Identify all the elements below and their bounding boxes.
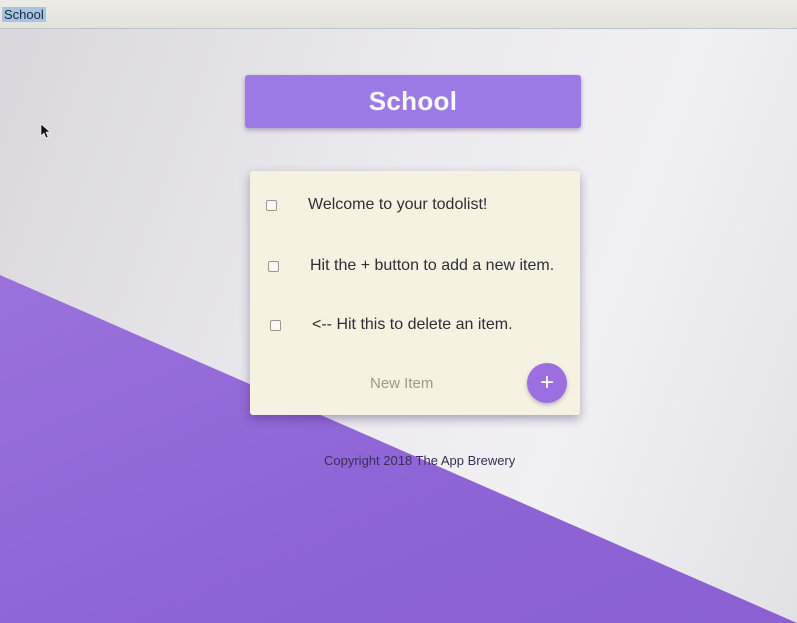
mouse-pointer-icon <box>40 123 51 139</box>
item-label: <-- Hit this to delete an item. <box>312 316 513 333</box>
list-item: Hit the + button to add a new item. <box>250 246 580 286</box>
new-item-input[interactable]: New Item <box>370 375 433 392</box>
item-label: Welcome to your todolist! <box>308 196 488 213</box>
list-item: Welcome to your todolist! <box>250 185 580 225</box>
list-item: <-- Hit this to delete an item. <box>250 305 580 345</box>
todo-card: Welcome to your todolist! Hit the + butt… <box>250 171 580 415</box>
list-title-banner: School <box>245 75 581 128</box>
add-item-button[interactable]: + <box>527 363 567 403</box>
copyright-footer: Copyright 2018 The App Brewery <box>324 453 516 468</box>
item-checkbox[interactable] <box>270 319 281 331</box>
item-checkbox[interactable] <box>266 199 277 211</box>
item-label: Hit the + button to add a new item. <box>310 257 555 274</box>
item-checkbox[interactable] <box>268 260 279 272</box>
list-title: School <box>368 86 458 116</box>
plus-icon: + <box>539 369 554 396</box>
